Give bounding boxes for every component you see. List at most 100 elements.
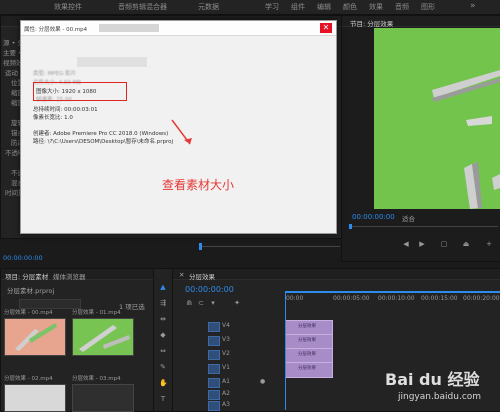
menu-item-effect-controls[interactable]: 效果控件 xyxy=(54,2,82,12)
razor-tool-icon[interactable]: ◆ xyxy=(159,331,167,339)
project-file-name: 分层素材.prproj xyxy=(7,287,55,295)
linked-selection-icon[interactable]: ⊂ xyxy=(197,299,205,307)
selection-tool-icon[interactable]: ▲ xyxy=(159,283,167,291)
project-thumb-2[interactable] xyxy=(4,384,66,412)
dialog-type-line: 类型: MPEG 影片 xyxy=(33,71,77,77)
watermark-url: jingyan.baidu.com xyxy=(398,392,482,402)
track-label-v4: V4 xyxy=(222,322,230,329)
redacted-block xyxy=(99,24,159,32)
thumb-image-1 xyxy=(73,319,133,355)
step-back-icon[interactable]: ◀ xyxy=(402,240,410,248)
source-playhead[interactable] xyxy=(199,243,202,250)
ec-row-motion[interactable]: 运动 xyxy=(5,67,18,77)
dialog-title: 属性: 分层效果 - 00.mp4 xyxy=(24,27,88,33)
menu-item-audio-mixer[interactable]: 音频剪辑混合器 xyxy=(118,2,167,12)
track-label-a2: A2 xyxy=(222,390,230,397)
timeline-work-area-bar[interactable] xyxy=(285,291,500,293)
menu-item-metadata[interactable]: 元数据 xyxy=(198,2,219,12)
program-playhead[interactable] xyxy=(349,224,352,229)
program-scrubber[interactable] xyxy=(350,226,498,227)
track-label-v1: V1 xyxy=(222,364,230,371)
ripple-edit-tool-icon[interactable]: ⇹ xyxy=(159,315,167,323)
more-icon[interactable]: » xyxy=(470,1,476,11)
snap-icon[interactable]: ⋒ xyxy=(185,299,193,307)
menu-item-edit[interactable]: 编辑 xyxy=(317,2,331,12)
project-thumb-1[interactable] xyxy=(72,318,134,356)
track-label-v2: V2 xyxy=(222,350,230,357)
arrow-icon xyxy=(171,119,192,145)
dialog-title-bar: 属性: 分层效果 - 00.mp4 ✕ xyxy=(21,21,336,36)
program-preview-frame xyxy=(374,28,500,209)
play-icon[interactable]: ▶ xyxy=(418,240,426,248)
mic-icon[interactable]: ● xyxy=(260,378,265,385)
project-thumb-0[interactable] xyxy=(4,318,66,356)
clip-label-v2: 分层效果 xyxy=(298,352,316,357)
project-selection-count: 1 项已选 xyxy=(119,303,145,311)
top-menu-bar: 效果控件 音频剪辑混合器 元数据 学习 组件 编辑 颜色 效果 音频 图形 » xyxy=(0,0,500,15)
clip-label-v3: 分层效果 xyxy=(298,338,316,343)
menu-item-audio[interactable]: 音频 xyxy=(395,2,409,12)
wrench-icon[interactable]: ✦ xyxy=(233,299,241,307)
project-thumb-label-3: 分层效果 - 03.mp4 xyxy=(72,376,121,382)
track-target-v1[interactable] xyxy=(208,364,220,374)
highlight-box xyxy=(33,82,127,101)
ruler-tick-2: 00:00:10:00 xyxy=(378,295,415,302)
tools-panel: ▲ ⇶ ⇹ ◆ ⇔ ✎ ✋ T xyxy=(153,268,173,412)
program-monitor-title[interactable]: 节目: 分层效果 xyxy=(350,18,393,28)
project-thumb-3[interactable] xyxy=(72,384,134,412)
close-icon[interactable]: ✕ xyxy=(320,23,332,33)
timeline-close-icon[interactable]: ✕ xyxy=(179,271,184,279)
menu-item-color[interactable]: 颜色 xyxy=(343,2,357,12)
dialog-pixel-aspect-line: 像素长宽比: 1.0 xyxy=(33,115,73,121)
media-browser-tab[interactable]: 媒体浏览器 xyxy=(53,271,86,281)
marker-icon[interactable]: ⏏ xyxy=(462,240,470,248)
type-tool-icon[interactable]: T xyxy=(159,395,167,403)
slip-tool-icon[interactable]: ⇔ xyxy=(159,347,167,355)
project-tab[interactable]: 项目: 分层素材 xyxy=(5,271,48,281)
program-fit-select[interactable]: 适合 xyxy=(402,213,415,223)
pen-tool-icon[interactable]: ✎ xyxy=(159,363,167,371)
track-target-v4[interactable] xyxy=(208,322,220,332)
ruler-tick-3: 00:00:15:00 xyxy=(421,295,458,302)
menu-item-assembly[interactable]: 组件 xyxy=(291,2,305,12)
dialog-path-line: 路径: \?\C:\Users\DESOM\Desktop\暂存\未命名.prp… xyxy=(33,139,174,145)
track-target-a1[interactable] xyxy=(208,378,220,388)
thumb-image-0 xyxy=(5,319,65,355)
settings-icon[interactable]: + xyxy=(485,240,493,248)
track-target-v2[interactable] xyxy=(208,350,220,360)
clip-label-v4: 分层效果 xyxy=(298,324,316,329)
annotation-text: 查看素材大小 xyxy=(162,178,235,192)
timeline-header xyxy=(173,269,500,280)
project-thumb-label-0: 分层效果 - 00.mp4 xyxy=(4,310,53,316)
export-frame-icon[interactable]: ▢ xyxy=(440,240,448,248)
track-select-tool-icon[interactable]: ⇶ xyxy=(159,299,167,307)
track-label-a1: A1 xyxy=(222,378,230,385)
project-thumb-label-2: 分层效果 - 02.mp4 xyxy=(4,376,53,382)
ruler-tick-4: 00:00:20:00 xyxy=(463,295,500,302)
track-label-v3: V3 xyxy=(222,336,230,343)
menu-item-effects[interactable]: 效果 xyxy=(369,2,383,12)
add-marker-icon[interactable]: ▾ xyxy=(209,299,217,307)
menu-item-learn[interactable]: 学习 xyxy=(265,2,279,12)
redacted-block xyxy=(77,57,147,67)
timeline-sequence-tab[interactable]: 分层效果 xyxy=(189,271,215,281)
dialog-created-line: 创建者: Adobe Premiere Pro CC 2018.0 (Windo… xyxy=(33,131,169,137)
effect-controls-timecode[interactable]: 00:00:00:00 xyxy=(3,254,43,262)
ruler-tick-1: 00:00:05:00 xyxy=(333,295,370,302)
source-scrubber[interactable] xyxy=(200,246,340,247)
clip-label-v1: 分层效果 xyxy=(298,366,316,371)
timeline-timecode[interactable]: 00:00:00:00 xyxy=(185,285,234,294)
menu-item-graphics[interactable]: 图形 xyxy=(421,2,435,12)
dialog-total-duration-line: 总持续时间: 00:00:03:01 xyxy=(33,107,98,113)
timeline-clip-v1[interactable]: 分层效果 xyxy=(285,362,333,378)
hand-tool-icon[interactable]: ✋ xyxy=(159,379,168,387)
preview-scene-image xyxy=(374,28,500,209)
ruler-tick-0: 00:00 xyxy=(286,295,304,302)
baidu-logo: Bai du 经验 xyxy=(385,370,480,389)
track-target-v3[interactable] xyxy=(208,336,220,346)
program-timecode[interactable]: 00:00:00:00 xyxy=(352,213,395,221)
track-label-a3: A3 xyxy=(222,401,230,408)
timeline-playhead[interactable] xyxy=(285,292,286,410)
track-target-a2[interactable] xyxy=(208,390,220,400)
project-thumb-label-1: 分层效果 - 01.mp4 xyxy=(72,310,121,316)
